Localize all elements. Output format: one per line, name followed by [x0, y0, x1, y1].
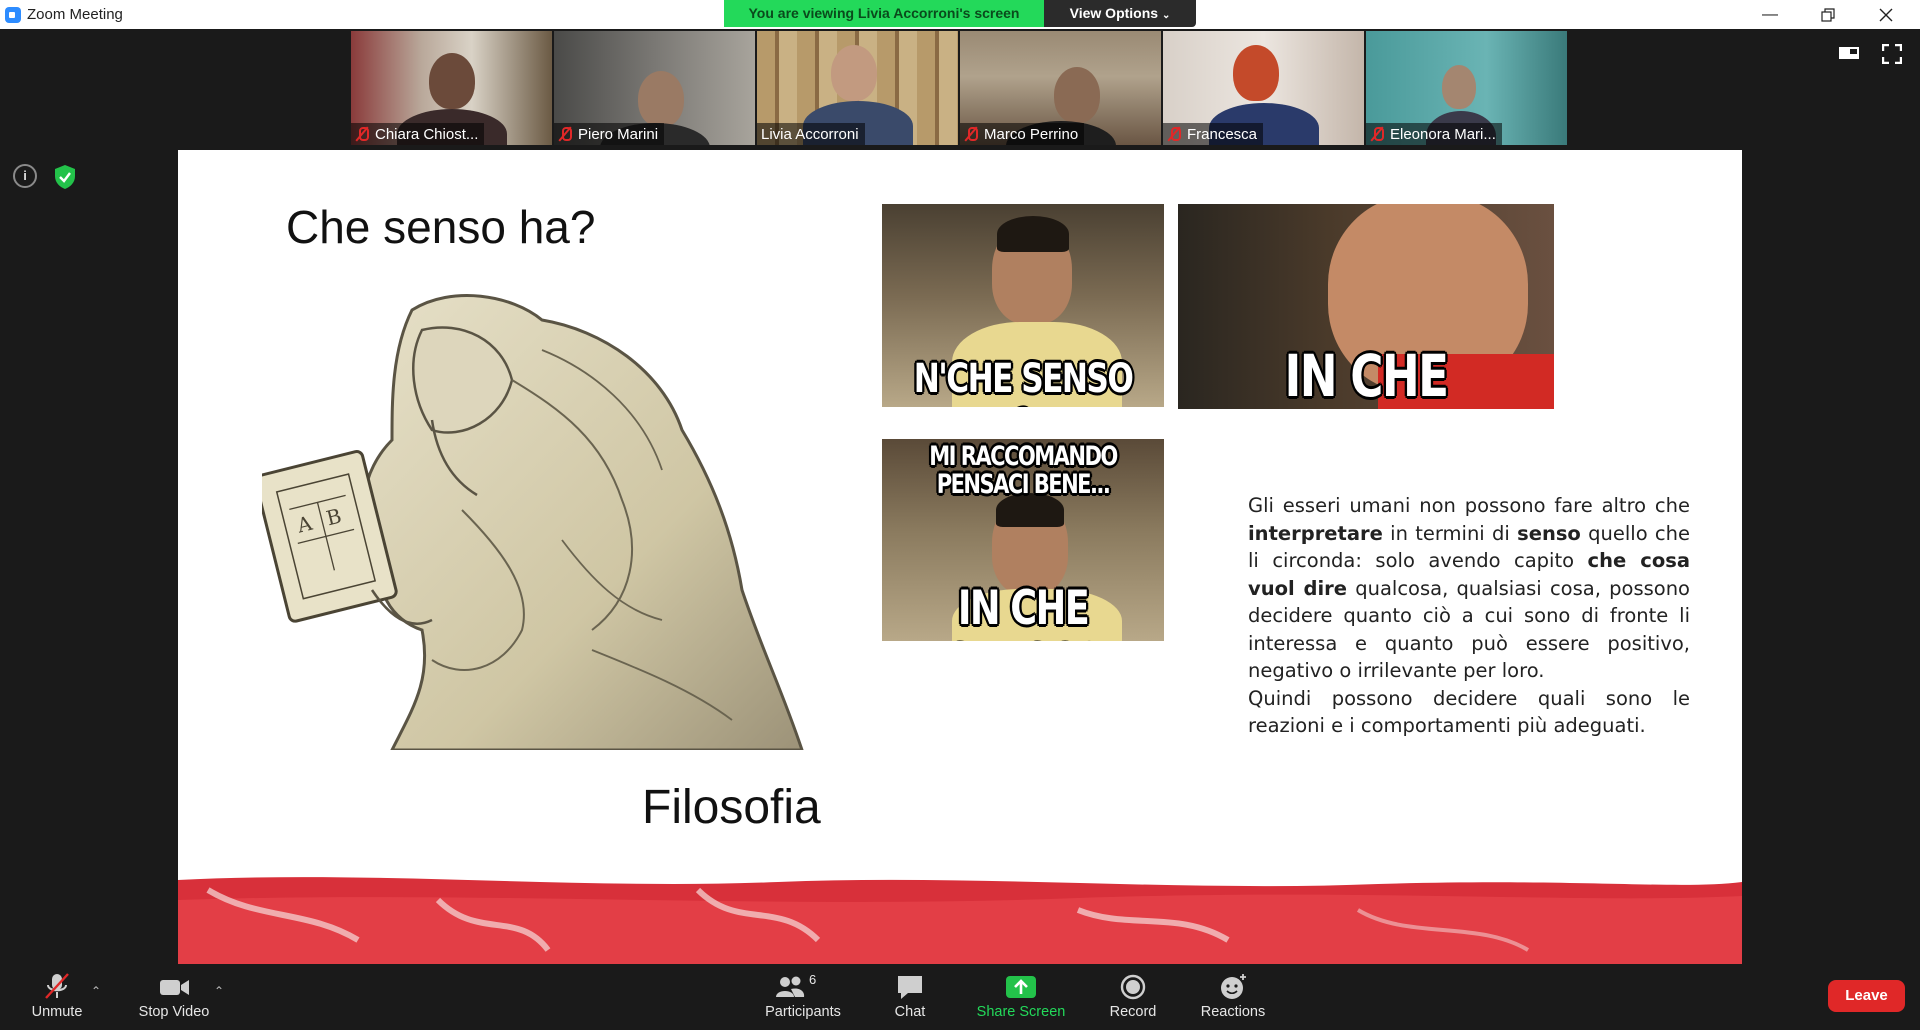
- muted-mic-icon: [964, 126, 978, 142]
- body-text-segment: Quindi possono decidere quali sono le re…: [1248, 686, 1690, 738]
- share-screen-label: Share Screen: [976, 1004, 1066, 1020]
- record-button[interactable]: Record: [1100, 964, 1166, 1030]
- security-shield-icon[interactable]: [53, 164, 77, 190]
- layout-icon: [1839, 47, 1859, 59]
- meme-caption-2: IN CHE SENSO?: [1284, 342, 1449, 409]
- body-text-segment: in termini di: [1382, 521, 1518, 545]
- view-options-button[interactable]: View Options ⌄: [1044, 0, 1196, 27]
- participant-name: Chiara Chiost...: [375, 125, 479, 143]
- muted-mic-icon: [1370, 126, 1384, 142]
- fullscreen-icon: [1881, 43, 1903, 65]
- body-text-bold: interpretare: [1248, 521, 1383, 545]
- title-bar: Zoom Meeting You are viewing Livia Accor…: [0, 0, 1920, 29]
- participants-icon: 6: [773, 970, 833, 1004]
- meme-caption-3-top: MI RACCOMANDO PENSACI BENE...: [929, 441, 1118, 500]
- close-button[interactable]: [1858, 0, 1914, 29]
- thinker-statue-illustration: A B: [262, 294, 804, 750]
- video-tile-piero[interactable]: Piero Marini: [554, 31, 755, 145]
- share-screen-icon: [1001, 970, 1041, 1004]
- chat-button[interactable]: Chat: [878, 964, 942, 1030]
- video-tile-marco[interactable]: Marco Perrino: [960, 31, 1161, 145]
- meme-image-3: MI RACCOMANDO PENSACI BENE... IN CHE SEN…: [882, 439, 1164, 641]
- stop-video-label: Stop Video: [138, 1004, 210, 1020]
- shared-screen-slide: Che senso ha? A B N'CHE SENSO IN CHE MI …: [178, 150, 1742, 964]
- reactions-button[interactable]: Reactions: [1194, 964, 1272, 1030]
- share-screen-button[interactable]: Share Screen: [970, 964, 1072, 1030]
- participants-button[interactable]: 6 Participants: [758, 964, 848, 1030]
- video-tile-livia[interactable]: Livia Accorroni: [757, 31, 958, 145]
- participants-count: 6: [809, 972, 817, 987]
- meme-image-2: IN CHE SENSO?: [1178, 204, 1554, 409]
- zoom-app-icon: [5, 7, 21, 23]
- participant-name: Livia Accorroni: [761, 125, 859, 143]
- red-paint-decoration: [178, 877, 1742, 964]
- restore-icon: [1821, 8, 1835, 22]
- smiley-reaction-icon: [1213, 970, 1253, 1004]
- viewing-screen-banner: You are viewing Livia Accorroni's screen: [724, 0, 1044, 27]
- leave-meeting-button[interactable]: Leave: [1828, 980, 1905, 1012]
- participant-name: Marco Perrino: [984, 125, 1079, 143]
- muted-mic-icon: [1167, 126, 1181, 142]
- record-label: Record: [1109, 1004, 1157, 1020]
- minimize-icon: —: [1762, 6, 1778, 23]
- video-options-caret-icon[interactable]: ⌃: [214, 984, 224, 998]
- muted-microphone-icon: [37, 970, 77, 1004]
- minimize-button[interactable]: —: [1742, 0, 1798, 29]
- stop-video-button[interactable]: Stop Video: [130, 964, 218, 1030]
- window-title: Zoom Meeting: [27, 6, 123, 23]
- slide-subtitle: Filosofia: [642, 781, 821, 834]
- reactions-label: Reactions: [1200, 1004, 1266, 1020]
- chat-bubble-icon: [890, 970, 930, 1004]
- video-tile-chiara[interactable]: Chiara Chiost...: [351, 31, 552, 145]
- muted-mic-icon: [558, 126, 572, 142]
- muted-mic-icon: [355, 126, 369, 142]
- meme-caption-1: N'CHE SENSO ?: [913, 356, 1134, 407]
- view-options-label: View Options: [1069, 5, 1159, 21]
- audio-options-caret-icon[interactable]: ⌃: [91, 984, 101, 998]
- info-icon[interactable]: i: [13, 164, 37, 188]
- video-tile-francesca[interactable]: Francesca: [1163, 31, 1364, 145]
- participant-name: Eleonora Mari...: [1390, 125, 1496, 143]
- meeting-toolbar: Unmute ⌃ Stop Video ⌃ 6 Participants Cha…: [0, 964, 1920, 1030]
- body-text-bold: senso: [1517, 521, 1581, 545]
- body-text-segment: Gli esseri umani non possono fare altro …: [1248, 494, 1690, 517]
- participant-name: Francesca: [1187, 125, 1258, 143]
- layout-toggle-button[interactable]: [1838, 44, 1860, 62]
- unmute-label: Unmute: [31, 1004, 83, 1020]
- record-icon: [1113, 970, 1153, 1004]
- participants-label: Participants: [765, 1004, 841, 1020]
- meme-image-1: N'CHE SENSO ?: [882, 204, 1164, 407]
- video-tile-eleonora[interactable]: Eleonora Mari...: [1366, 31, 1567, 145]
- chat-label: Chat: [894, 1004, 926, 1020]
- participant-name: Piero Marini: [578, 125, 659, 143]
- slide-body-text: Gli esseri umani non possono fare altro …: [1248, 492, 1690, 740]
- unmute-button[interactable]: Unmute: [24, 964, 90, 1030]
- restore-button[interactable]: [1800, 0, 1856, 29]
- meme-caption-3-bottom: IN CHE SENSO?: [947, 581, 1100, 641]
- fullscreen-button[interactable]: [1881, 43, 1904, 65]
- close-icon: [1879, 8, 1893, 22]
- video-camera-icon: [154, 970, 194, 1004]
- slide-title: Che senso ha?: [286, 201, 596, 253]
- chevron-down-icon: ⌄: [1161, 10, 1171, 21]
